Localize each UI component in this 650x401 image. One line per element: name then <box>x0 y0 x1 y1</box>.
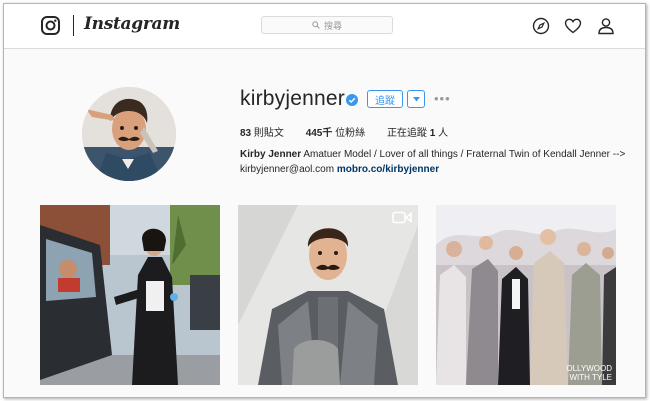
bio-website-link[interactable]: mobro.co/kirbyjenner <box>337 164 439 175</box>
instagram-camera-icon[interactable] <box>41 16 60 35</box>
search-icon <box>312 21 320 29</box>
browser-window: Instagram 搜尋 kirbyjenner 追蹤 ••• 83 則貼文 4… <box>3 3 646 398</box>
following-suffix: 人 <box>438 128 449 139</box>
followers-label: 位粉絲 <box>335 128 366 139</box>
svg-text:WITH TYLE: WITH TYLE <box>569 373 612 382</box>
profile-bio: Kirby Jenner Amatuer Model / Lover of al… <box>240 148 635 177</box>
profile-stats: 83 則貼文 445千 位粉絲 正在追蹤 1 人 <box>240 124 467 139</box>
post-thumbnail[interactable] <box>238 205 418 385</box>
profile-header: kirbyjenner 追蹤 ••• 83 則貼文 445千 位粉絲 正在追蹤 … <box>4 49 645 199</box>
following-count: 1 <box>429 128 436 139</box>
more-options-button[interactable]: ••• <box>434 91 451 106</box>
profile-username: kirbyjenner <box>240 87 345 110</box>
posts-stat: 83 則貼文 <box>240 128 284 139</box>
bio-full-name: Kirby Jenner <box>240 149 302 160</box>
follow-button[interactable]: 追蹤 <box>367 90 403 108</box>
post-photo-knight <box>238 205 418 385</box>
explore-compass-icon[interactable] <box>532 17 550 35</box>
chevron-down-icon <box>412 96 420 101</box>
video-camera-icon <box>392 211 412 224</box>
svg-text:OLLYWOOD: OLLYWOOD <box>566 364 612 373</box>
post-thumbnail[interactable]: OLLYWOOD WITH TYLE <box>436 205 616 385</box>
instagram-wordmark[interactable]: Instagram <box>84 14 180 34</box>
avatar-photo <box>82 87 176 181</box>
top-navigation-bar: Instagram 搜尋 <box>4 4 645 49</box>
following-stat[interactable]: 正在追蹤 1 人 <box>387 128 448 139</box>
search-placeholder: 搜尋 <box>323 20 342 31</box>
followers-stat[interactable]: 445千 位粉絲 <box>306 128 365 139</box>
followers-count: 445千 <box>305 128 333 139</box>
activity-heart-icon[interactable] <box>564 17 582 35</box>
post-thumbnail[interactable] <box>40 205 220 385</box>
suggestions-dropdown-button[interactable] <box>407 90 425 108</box>
profile-avatar[interactable] <box>82 87 176 181</box>
profile-person-icon[interactable] <box>597 17 615 35</box>
logo-divider <box>73 15 74 36</box>
following-prefix: 正在追蹤 <box>386 128 427 139</box>
verified-badge-icon <box>346 94 358 106</box>
post-photo-street <box>40 205 220 385</box>
search-input[interactable]: 搜尋 <box>261 16 393 34</box>
posts-count: 83 <box>240 128 252 139</box>
post-photo-group: OLLYWOOD WITH TYLE <box>436 205 616 385</box>
posts-label: 則貼文 <box>253 128 284 139</box>
